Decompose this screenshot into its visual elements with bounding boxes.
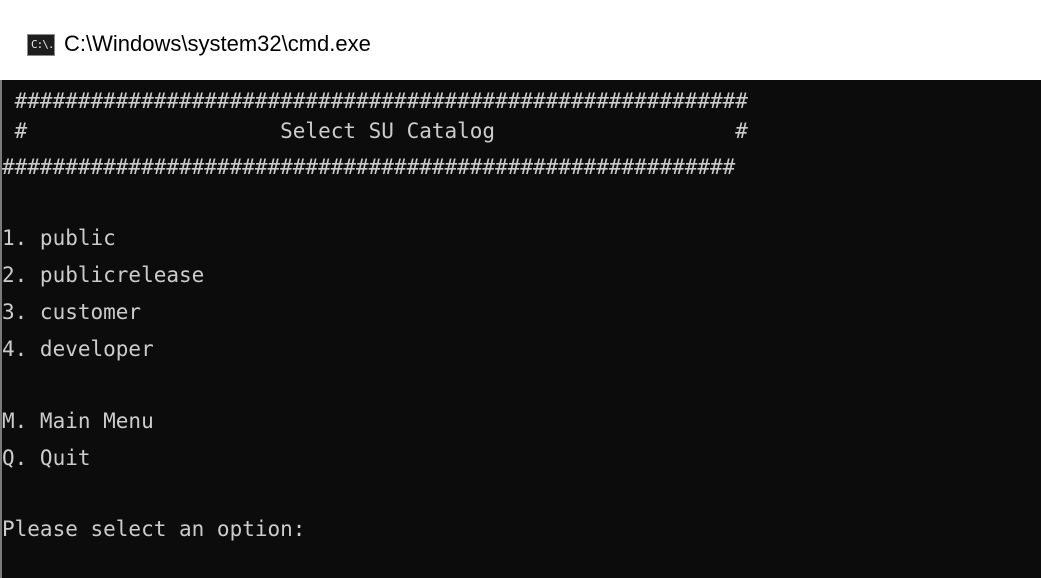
title-bar[interactable]: C:\. C:\Windows\system32\cmd.exe <box>0 0 1041 80</box>
banner-title: # Select SU Catalog # <box>2 119 748 143</box>
input-prompt-line[interactable]: Please select an option: <box>2 515 305 543</box>
window-title: C:\Windows\system32\cmd.exe <box>64 31 371 56</box>
menu-option-main-menu: M. Main Menu <box>2 409 154 433</box>
banner-border-top: ########################################… <box>2 89 748 113</box>
menu-option-developer: 4. developer <box>2 337 154 361</box>
menu-option-quit: Q. Quit <box>2 446 91 470</box>
cmd-icon: C:\. <box>27 34 55 56</box>
banner-border-bottom: ########################################… <box>2 155 736 179</box>
console-output[interactable]: ########################################… <box>0 80 1041 578</box>
prompt-text: Please select an option: <box>2 517 306 541</box>
menu-option-publicrelease: 2. publicrelease <box>2 263 205 287</box>
cmd-window: C:\. C:\Windows\system32\cmd.exe #######… <box>0 0 1041 578</box>
menu-option-public: 1. public <box>2 226 116 250</box>
menu-option-customer: 3. customer <box>2 300 142 324</box>
